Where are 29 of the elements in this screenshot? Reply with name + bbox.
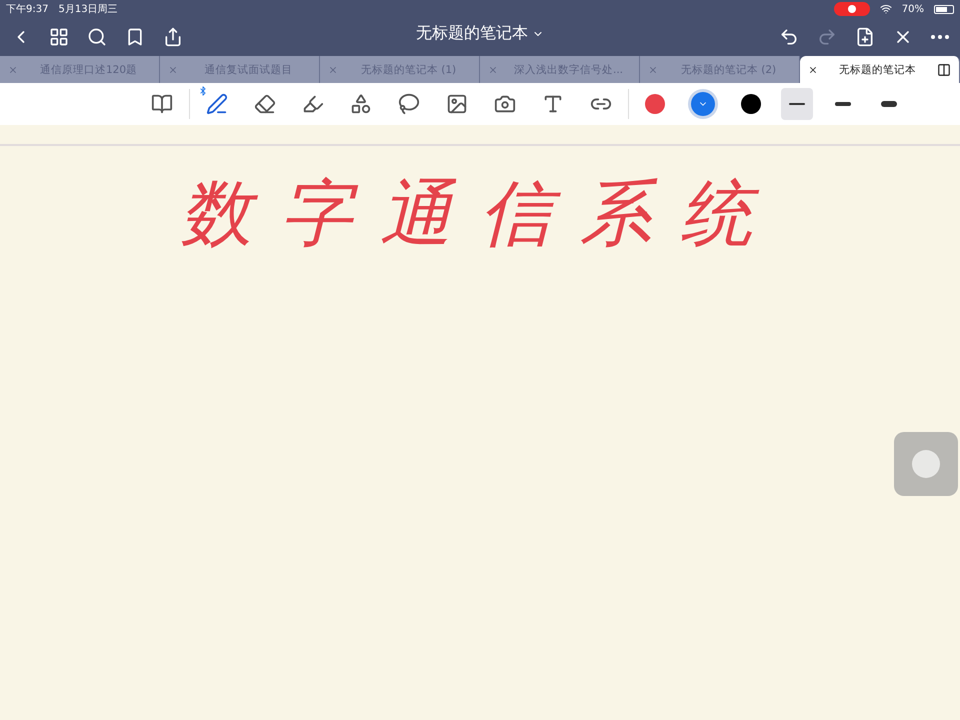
shapes-icon [350, 93, 372, 115]
more-button[interactable] [928, 32, 952, 42]
battery-icon [934, 4, 954, 14]
color-swatch[interactable] [741, 94, 761, 114]
redo-icon [817, 27, 837, 47]
search-icon [87, 27, 107, 47]
notebook-title[interactable]: 无标题的笔记本 [410, 22, 550, 45]
undo-icon [779, 27, 799, 47]
battery-percent: 70% [902, 4, 924, 14]
grid-icon [49, 27, 69, 47]
color-swatch[interactable] [691, 92, 715, 116]
lasso-icon [398, 93, 420, 115]
status-date: 5月13日周三 [58, 3, 118, 16]
share-icon [163, 27, 183, 47]
status-time: 下午9:37 [6, 3, 48, 16]
pen-icon [206, 93, 228, 115]
close-icon[interactable] [808, 64, 818, 74]
eraser-icon [254, 93, 276, 115]
split-view-icon[interactable] [937, 62, 951, 76]
image-icon [446, 93, 468, 115]
notebook-tab[interactable]: 无标题的笔记本 [800, 56, 960, 83]
handwriting: 数字通信系统 [180, 170, 780, 257]
camera-icon [494, 93, 516, 115]
color-swatch[interactable] [645, 94, 665, 114]
more-icon [931, 35, 949, 39]
add-page-icon [855, 27, 875, 47]
text-icon [542, 93, 564, 115]
stroke-width-button[interactable] [781, 88, 813, 120]
highlighter-icon [302, 93, 324, 115]
